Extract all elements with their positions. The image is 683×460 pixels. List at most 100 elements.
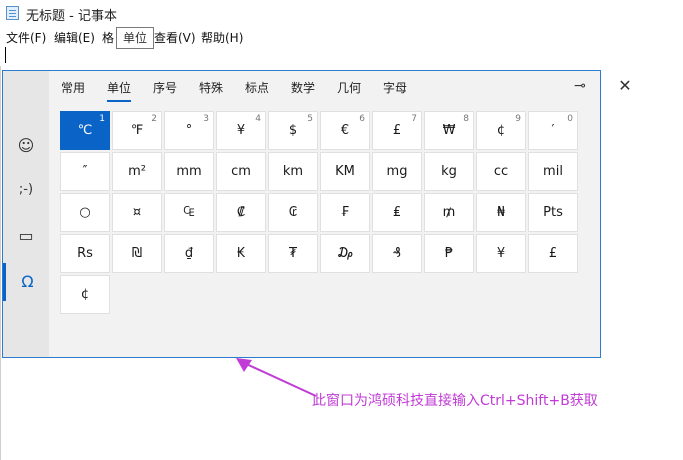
symbol-cell[interactable]: ₠	[164, 193, 214, 232]
symbol-cell[interactable]: ₣	[320, 193, 370, 232]
symbol-glyph: ₩	[442, 123, 456, 138]
symbol-cell[interactable]: cm	[216, 152, 266, 191]
symbol-glyph: ₭	[236, 246, 246, 261]
symbol-glyph: mg	[386, 164, 408, 179]
symbol-cell[interactable]: ₯	[320, 234, 370, 273]
symbol-shortcut-number: 7	[411, 114, 417, 124]
close-icon[interactable]: ✕	[615, 76, 635, 96]
tooltip: 单位	[116, 27, 154, 49]
symbol-cell[interactable]: ′ 0	[528, 111, 578, 150]
symbol-cell[interactable]: £7	[372, 111, 422, 150]
symbol-cell[interactable]: ₰	[372, 234, 422, 273]
menu-view[interactable]: 查看(V)	[154, 29, 196, 46]
symbol-cell[interactable]: Pts	[528, 193, 578, 232]
symbol-glyph: KM	[335, 164, 355, 179]
annotation-text: 此窗口为鸿硕科技直接输入Ctrl+Shift+B获取	[312, 393, 598, 409]
tab-math[interactable]: 数学	[291, 79, 315, 96]
symbol-glyph: kg	[441, 164, 457, 179]
symbol-cell[interactable]: ¢	[60, 275, 110, 314]
symbol-glyph: ¢	[496, 123, 506, 138]
symbol-glyph: cm	[231, 164, 251, 179]
symbol-cell[interactable]: mm	[164, 152, 214, 191]
symbol-glyph: km	[282, 164, 304, 179]
symbol-cell[interactable]: ₥	[424, 193, 474, 232]
symbol-glyph: ″	[82, 164, 88, 179]
symbol-cell[interactable]: ₮	[268, 234, 318, 273]
symbol-glyph: ′	[551, 123, 555, 138]
symbol-glyph: °	[185, 123, 193, 138]
symbol-shortcut-number: 1	[99, 114, 105, 124]
symbol-cell[interactable]: ° 3	[164, 111, 214, 150]
symbol-glyph: ₯	[336, 246, 354, 261]
symbol-glyph: ₤	[392, 205, 402, 220]
menu-edit[interactable]: 编辑(E)	[54, 29, 95, 46]
symbol-cell[interactable]: ₱	[424, 234, 474, 273]
symbol-cell[interactable]: m²	[112, 152, 162, 191]
symbol-cell[interactable]: ₫	[164, 234, 214, 273]
symbol-cell[interactable]: £	[528, 234, 578, 273]
symbol-cell[interactable]: mg	[372, 152, 422, 191]
symbol-glyph: ₡	[236, 205, 246, 220]
window-title: 无标题 - 记事本	[26, 9, 117, 24]
symbol-glyph: ₢	[288, 205, 298, 220]
symbol-cell[interactable]: ₭	[216, 234, 266, 273]
image-icon[interactable]: ▭	[3, 217, 49, 255]
symbol-glyph: €	[340, 123, 350, 138]
symbol-glyph: Pts	[543, 205, 563, 220]
symbol-cell[interactable]: Rs	[60, 234, 110, 273]
tab-ordinals[interactable]: 序号	[153, 79, 177, 96]
text-cursor	[5, 47, 6, 63]
menu-bar: 文件(F) 编辑(E) 格 查看(V) 帮助(H)	[0, 26, 683, 46]
symbol-cell[interactable]: ℃ 1	[60, 111, 110, 150]
symbol-glyph: ₣	[340, 205, 350, 220]
omega-icon[interactable]: Ω	[3, 263, 49, 301]
pin-icon[interactable]: ⊸	[570, 77, 590, 95]
symbol-cell[interactable]: kg	[424, 152, 474, 191]
kaomoji-icon[interactable]: ;-)	[3, 171, 49, 209]
symbol-shortcut-number: 6	[359, 114, 365, 124]
symbol-cell[interactable]: €6	[320, 111, 370, 150]
tab-common[interactable]: 常用	[61, 79, 85, 96]
title-bar: 无标题 - 记事本	[0, 0, 683, 26]
menu-format[interactable]: 格	[102, 29, 114, 46]
symbol-shortcut-number: 5	[307, 114, 313, 124]
symbol-glyph: ₠	[183, 205, 195, 220]
symbol-glyph: ℉	[130, 123, 144, 138]
symbol-cell[interactable]: KM	[320, 152, 370, 191]
symbol-cell[interactable]: ₩8	[424, 111, 474, 150]
menu-help[interactable]: 帮助(H)	[201, 29, 243, 46]
tab-units[interactable]: 单位	[107, 79, 132, 102]
symbol-cell[interactable]: $5	[268, 111, 318, 150]
tab-geometry[interactable]: 几何	[337, 79, 361, 96]
symbol-cell[interactable]: ₤	[372, 193, 422, 232]
symbol-cell[interactable]: ¥	[476, 234, 526, 273]
symbol-glyph: ¥	[236, 123, 246, 138]
symbol-cell[interactable]: ¤	[112, 193, 162, 232]
symbol-cell[interactable]: cc	[476, 152, 526, 191]
symbol-shortcut-number: 3	[203, 114, 209, 124]
symbol-cell[interactable]: ¢ 9	[476, 111, 526, 150]
symbol-shortcut-number: 8	[463, 114, 469, 124]
tab-letters[interactable]: 字母	[383, 79, 407, 96]
symbol-cell[interactable]: ¥4	[216, 111, 266, 150]
symbol-cell[interactable]: ℉ 2	[112, 111, 162, 150]
symbol-cell[interactable]: km	[268, 152, 318, 191]
menu-file[interactable]: 文件(F)	[6, 29, 46, 46]
symbol-glyph: £	[548, 246, 558, 261]
symbol-cell[interactable]: ○	[60, 193, 110, 232]
symbol-glyph: ₪	[131, 246, 143, 261]
tab-special[interactable]: 特殊	[199, 79, 223, 96]
smiley-icon[interactable]: ☺	[3, 127, 49, 165]
symbol-cell[interactable]: mil	[528, 152, 578, 191]
symbol-cell[interactable]: ₡	[216, 193, 266, 232]
symbol-cell[interactable]: ₢	[268, 193, 318, 232]
notepad-icon	[6, 6, 19, 20]
symbol-glyph: ¤	[132, 205, 142, 220]
symbol-cell[interactable]: ₪	[112, 234, 162, 273]
symbol-cell[interactable]: ₦	[476, 193, 526, 232]
symbol-cell[interactable]: ″	[60, 152, 110, 191]
symbol-shortcut-number: 4	[255, 114, 261, 124]
symbol-shortcut-number: 0	[567, 114, 573, 124]
symbol-glyph: cc	[493, 164, 509, 179]
tab-punctuation[interactable]: 标点	[245, 79, 269, 96]
